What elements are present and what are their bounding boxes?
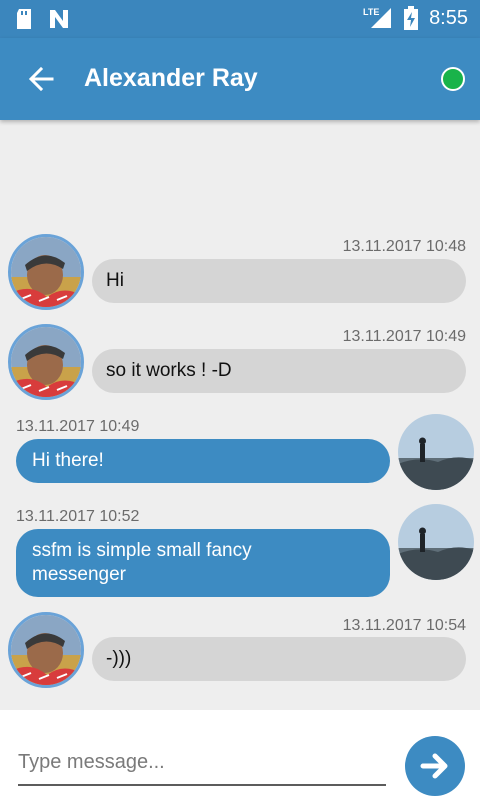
message-bubble[interactable]: -))) xyxy=(92,637,466,681)
contact-avatar[interactable] xyxy=(8,234,84,310)
message-composer xyxy=(0,710,480,800)
user-avatar[interactable] xyxy=(398,504,474,580)
send-button[interactable] xyxy=(405,736,465,796)
sd-card-icon xyxy=(17,9,31,29)
message-bubble[interactable]: Hi there! xyxy=(16,439,390,483)
contact-avatar[interactable] xyxy=(8,324,84,400)
message-timestamp: 13.11.2017 10:48 xyxy=(342,238,466,255)
contact-avatar[interactable] xyxy=(8,612,84,688)
contact-photo xyxy=(11,615,81,685)
arrow-back-icon xyxy=(28,66,54,92)
app-bar: Alexander Ray xyxy=(0,38,480,120)
user-photo xyxy=(398,414,474,490)
contact-photo xyxy=(11,327,81,397)
message-timestamp: 13.11.2017 10:52 xyxy=(16,508,140,525)
user-avatar[interactable] xyxy=(398,414,474,490)
contact-photo xyxy=(11,237,81,307)
lte-signal-icon: LTE xyxy=(363,7,392,28)
back-button[interactable] xyxy=(26,64,56,94)
message-bubble[interactable]: ssfm is simple small fancy messenger xyxy=(16,529,390,597)
arrow-right-icon xyxy=(420,753,448,779)
message-timestamp: 13.11.2017 10:49 xyxy=(16,418,140,435)
message-timestamp: 13.11.2017 10:54 xyxy=(342,617,466,634)
online-status-indicator xyxy=(441,67,465,91)
message-bubble[interactable]: so it works ! -D xyxy=(92,349,466,393)
contact-name[interactable]: Alexander Ray xyxy=(84,64,258,93)
network-label: LTE xyxy=(363,7,379,17)
message-input[interactable] xyxy=(18,740,386,786)
n-notification-icon xyxy=(50,10,68,28)
user-photo xyxy=(398,504,474,580)
status-bar: LTE 8:55 xyxy=(0,0,480,38)
message-timestamp: 13.11.2017 10:49 xyxy=(342,328,466,345)
message-bubble[interactable]: Hi xyxy=(92,259,466,303)
status-time: 8:55 xyxy=(429,6,468,29)
battery-charging-icon xyxy=(404,6,419,30)
